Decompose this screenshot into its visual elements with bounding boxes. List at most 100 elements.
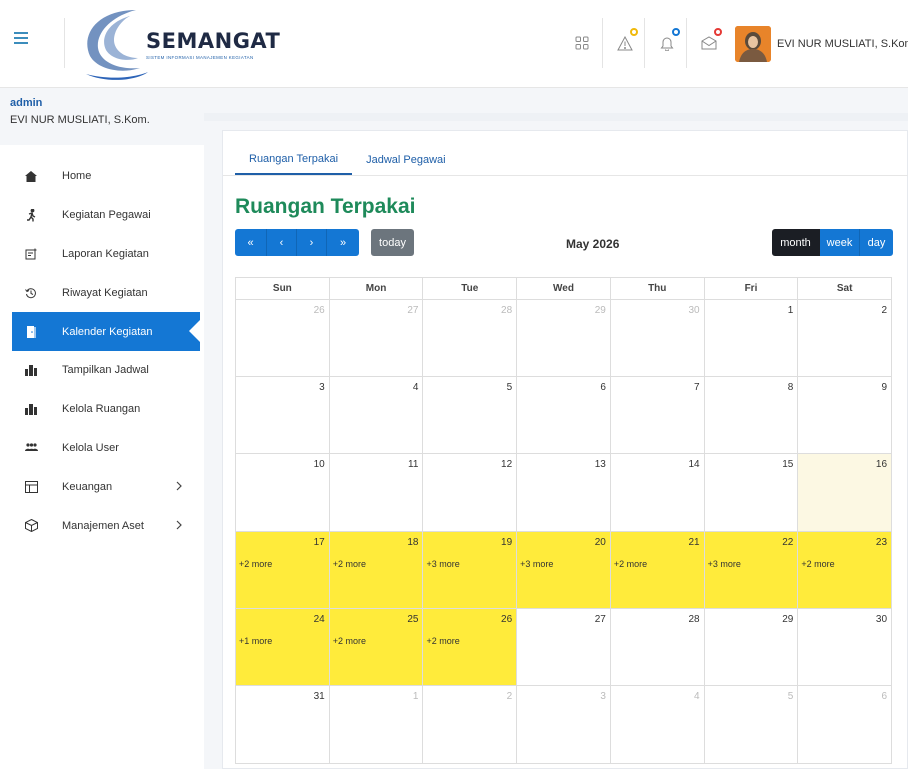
more-events-link[interactable]: +1 more — [239, 636, 272, 646]
calendar-day-cell[interactable]: 28 — [610, 608, 705, 685]
more-events-link[interactable]: +3 more — [520, 559, 553, 569]
day-number[interactable]: 9 — [881, 382, 887, 393]
day-number[interactable]: 21 — [688, 537, 699, 548]
day-number[interactable]: 30 — [688, 305, 699, 316]
day-number[interactable]: 22 — [782, 537, 793, 548]
day-number[interactable]: 2 — [507, 691, 513, 702]
day-number[interactable]: 29 — [595, 305, 606, 316]
calendar-day-cell[interactable]: 28 — [423, 300, 518, 377]
day-number[interactable]: 24 — [314, 614, 325, 625]
day-number[interactable]: 25 — [407, 614, 418, 625]
calendar-day-cell[interactable]: 19 +3 more — [423, 531, 518, 608]
sidebar-item-riwayat-kegiatan[interactable]: Riwayat Kegiatan — [0, 273, 204, 312]
calendar-day-cell[interactable]: 12 — [423, 454, 518, 531]
calendar-day-cell[interactable]: 27 — [329, 300, 424, 377]
day-number[interactable]: 5 — [788, 691, 794, 702]
more-events-link[interactable]: +2 more — [426, 636, 459, 646]
sidebar-item-keuangan[interactable]: Keuangan — [0, 467, 204, 506]
day-number[interactable]: 27 — [595, 614, 606, 625]
calendar-day-cell[interactable]: 3 — [236, 377, 330, 454]
calendar-day-cell[interactable]: 18 +2 more — [329, 531, 424, 608]
more-events-link[interactable]: +2 more — [239, 559, 272, 569]
view-day-button[interactable]: day — [860, 229, 893, 256]
day-number[interactable]: 13 — [595, 459, 606, 470]
calendar-day-cell[interactable]: 1 — [329, 685, 424, 764]
day-number[interactable]: 18 — [407, 537, 418, 548]
sidebar-item-home[interactable]: Home — [0, 157, 204, 196]
day-number[interactable]: 3 — [600, 691, 606, 702]
day-number[interactable]: 7 — [694, 382, 700, 393]
avatar[interactable] — [735, 26, 771, 62]
day-number[interactable]: 17 — [314, 537, 325, 548]
day-number[interactable]: 26 — [501, 614, 512, 625]
day-number[interactable]: 10 — [314, 459, 325, 470]
day-number[interactable]: 19 — [501, 537, 512, 548]
day-number[interactable]: 30 — [876, 614, 887, 625]
sidebar-item-kelola-ruangan[interactable]: Kelola Ruangan — [0, 390, 204, 429]
calendar-day-cell[interactable]: 17 +2 more — [236, 531, 330, 608]
sidebar-item-kelola-user[interactable]: Kelola User — [0, 429, 204, 468]
sidebar-item-tampilkan-jadwal[interactable]: Tampilkan Jadwal — [0, 351, 204, 390]
day-number[interactable]: 8 — [788, 382, 794, 393]
day-number[interactable]: 27 — [407, 305, 418, 316]
hamburger-menu-icon[interactable] — [14, 32, 28, 46]
view-month-button[interactable]: month — [772, 229, 820, 256]
sidebar-item-kalender-kegiatan[interactable]: Kalender Kegiatan — [12, 312, 201, 351]
day-number[interactable]: 3 — [319, 382, 325, 393]
bell-icon[interactable] — [654, 28, 680, 56]
calendar-day-cell[interactable]: 27 — [517, 608, 611, 685]
prev-month-button[interactable]: ‹ — [267, 229, 297, 256]
calendar-day-cell[interactable]: 24 +1 more — [236, 608, 330, 685]
calendar-day-cell[interactable]: 30 — [798, 608, 892, 685]
calendar-day-cell[interactable]: 13 — [517, 454, 611, 531]
mail-icon[interactable] — [696, 28, 722, 56]
tab-ruangan-terpakai[interactable]: Ruangan Terpakai — [235, 151, 353, 175]
day-number[interactable]: 28 — [688, 614, 699, 625]
next-month-button[interactable]: › — [297, 229, 327, 256]
more-events-link[interactable]: +3 more — [426, 559, 459, 569]
sidebar-item-laporan-kegiatan[interactable]: Laporan Kegiatan — [0, 235, 204, 274]
day-number[interactable]: 12 — [501, 459, 512, 470]
day-number[interactable]: 2 — [881, 305, 887, 316]
calendar-day-cell[interactable]: 9 — [798, 377, 892, 454]
today-button[interactable]: today — [371, 229, 414, 256]
day-number[interactable]: 11 — [408, 459, 418, 470]
more-events-link[interactable]: +2 more — [801, 559, 834, 569]
more-events-link[interactable]: +3 more — [708, 559, 741, 569]
day-number[interactable]: 16 — [876, 459, 887, 470]
sidebar-item-manajemen-aset[interactable]: Manajemen Aset — [0, 506, 204, 545]
calendar-day-cell[interactable]: 20 +3 more — [517, 531, 611, 608]
day-number[interactable]: 14 — [688, 459, 699, 470]
calendar-day-cell[interactable]: 7 — [610, 377, 705, 454]
calendar-day-cell[interactable]: 6 — [517, 377, 611, 454]
calendar-day-cell[interactable]: 31 — [236, 685, 330, 764]
header-user-name[interactable]: EVI NUR MUSLIATI, S.Kom. — [777, 38, 908, 50]
app-logo[interactable]: SEMANGAT SISTEM INFORMASI MANAJEMEN KEGI… — [78, 4, 280, 84]
next-year-button[interactable]: » — [327, 229, 359, 256]
calendar-day-cell[interactable]: 11 — [329, 454, 424, 531]
calendar-day-cell[interactable]: 16 — [798, 454, 892, 531]
day-number[interactable]: 23 — [876, 537, 887, 548]
day-number[interactable]: 6 — [600, 382, 606, 393]
calendar-day-cell[interactable]: 26 +2 more — [423, 608, 518, 685]
calendar-day-cell[interactable]: 1 — [704, 300, 799, 377]
day-number[interactable]: 20 — [595, 537, 606, 548]
sidebar-item-kegiatan-pegawai[interactable]: Kegiatan Pegawai — [0, 196, 204, 235]
more-events-link[interactable]: +2 more — [614, 559, 647, 569]
calendar-day-cell[interactable]: 3 — [517, 685, 611, 764]
day-number[interactable]: 4 — [413, 382, 419, 393]
calendar-day-cell[interactable]: 8 — [704, 377, 799, 454]
calendar-day-cell[interactable]: 2 — [798, 300, 892, 377]
day-number[interactable]: 1 — [413, 691, 419, 702]
calendar-day-cell[interactable]: 22 +3 more — [704, 531, 799, 608]
day-number[interactable]: 15 — [782, 459, 793, 470]
day-number[interactable]: 28 — [501, 305, 512, 316]
calendar-day-cell[interactable]: 15 — [704, 454, 799, 531]
day-number[interactable]: 4 — [694, 691, 700, 702]
day-number[interactable]: 31 — [314, 691, 325, 702]
view-week-button[interactable]: week — [820, 229, 860, 256]
calendar-day-cell[interactable]: 29 — [517, 300, 611, 377]
calendar-day-cell[interactable]: 23 +2 more — [798, 531, 892, 608]
calendar-day-cell[interactable]: 29 — [704, 608, 799, 685]
calendar-day-cell[interactable]: 5 — [423, 377, 518, 454]
